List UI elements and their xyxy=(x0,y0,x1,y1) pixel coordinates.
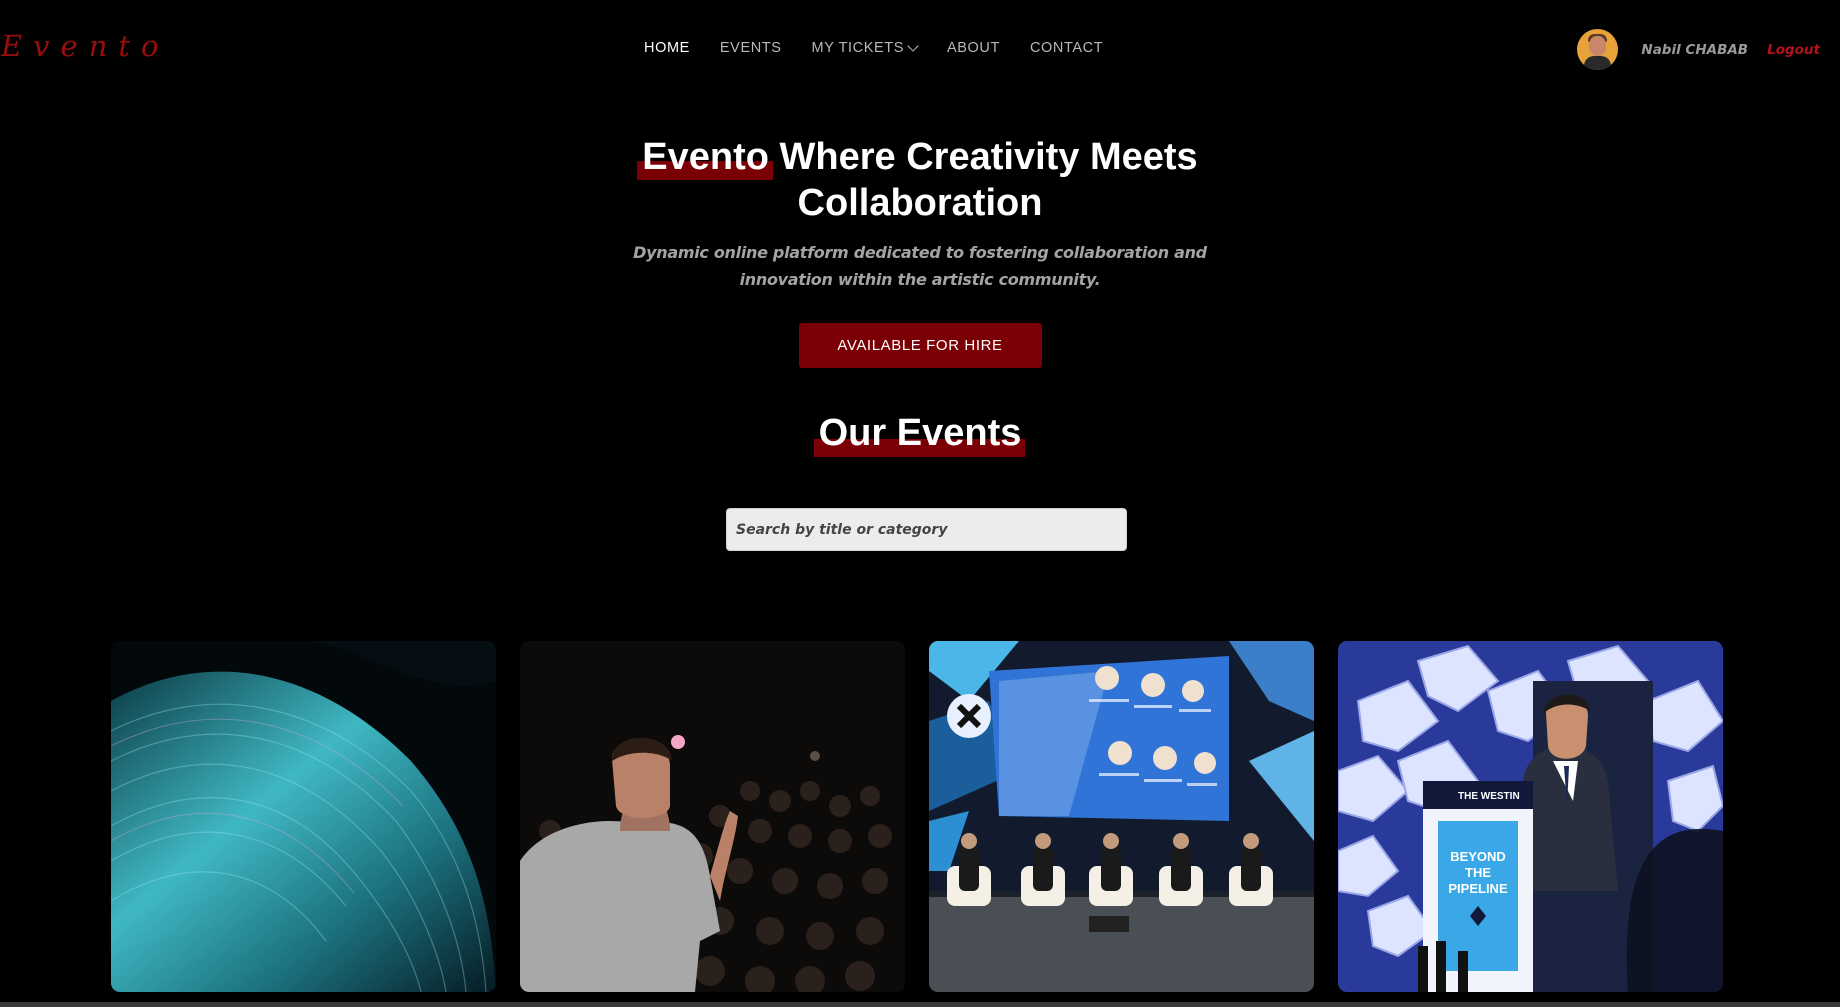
avatar-head xyxy=(1589,36,1607,56)
user-menu: Nabil CHABAB Logout xyxy=(1577,29,1820,70)
nav-about-label: ABOUT xyxy=(947,40,1000,56)
logout-link[interactable]: Logout xyxy=(1767,42,1820,58)
site-header: Evento HOME EVENTS MY TICKETS ABOUT CONT… xyxy=(0,0,1840,98)
available-for-hire-button[interactable]: AVAILABLE FOR HIRE xyxy=(798,323,1042,368)
nav-about[interactable]: ABOUT xyxy=(947,40,1000,56)
nav-my-tickets-label: MY TICKETS xyxy=(811,40,905,56)
event-card-image-abstract-wave[interactable] xyxy=(111,641,496,992)
events-section-title: Our Events xyxy=(813,412,1026,457)
hero-title-highlight: Evento xyxy=(637,136,773,180)
avatar[interactable] xyxy=(1577,29,1619,70)
nav-home-label: HOME xyxy=(644,40,690,56)
username: Nabil CHABAB xyxy=(1641,41,1749,58)
svg-text:BEYOND: BEYOND xyxy=(1450,849,1506,864)
hero: Evento Where Creativity Meets Collaborat… xyxy=(0,134,1840,368)
search-input[interactable] xyxy=(726,508,1127,551)
hero-title-line1: Where Creativity Meets xyxy=(779,136,1198,178)
nav-events-label: EVENTS xyxy=(719,40,782,56)
nav-home[interactable]: HOME xyxy=(644,40,690,56)
nav-my-tickets[interactable]: MY TICKETS xyxy=(811,39,919,56)
event-card-image-panel-conference[interactable] xyxy=(929,641,1314,992)
hero-subtitle: Dynamic online platform dedicated to fos… xyxy=(633,243,1207,289)
nav-contact[interactable]: CONTACT xyxy=(1030,40,1103,56)
nav-contact-label: CONTACT xyxy=(1029,40,1104,56)
hero-title-line2: Collaboration xyxy=(797,182,1043,224)
main-nav: HOME EVENTS MY TICKETS ABOUT CONTACT xyxy=(644,39,1133,56)
hero-title: Evento Where Creativity Meets Collaborat… xyxy=(0,134,1840,226)
avatar-body xyxy=(1584,56,1612,70)
event-cards: THE WESTIN BEYOND THE PIPELINE xyxy=(111,641,1723,992)
chevron-down-icon xyxy=(907,39,919,52)
event-card-image-keynote-podium[interactable]: THE WESTIN BEYOND THE PIPELINE xyxy=(1338,641,1723,992)
svg-text:PIPELINE: PIPELINE xyxy=(1448,881,1508,896)
bottom-scrollbar[interactable] xyxy=(0,1002,1840,1007)
svg-text:THE: THE xyxy=(1465,865,1491,880)
svg-text:THE WESTIN: THE WESTIN xyxy=(1458,791,1520,802)
event-card-image-speaker-audience[interactable] xyxy=(520,641,905,992)
nav-events[interactable]: EVENTS xyxy=(720,40,782,56)
logo[interactable]: Evento xyxy=(1,29,170,63)
